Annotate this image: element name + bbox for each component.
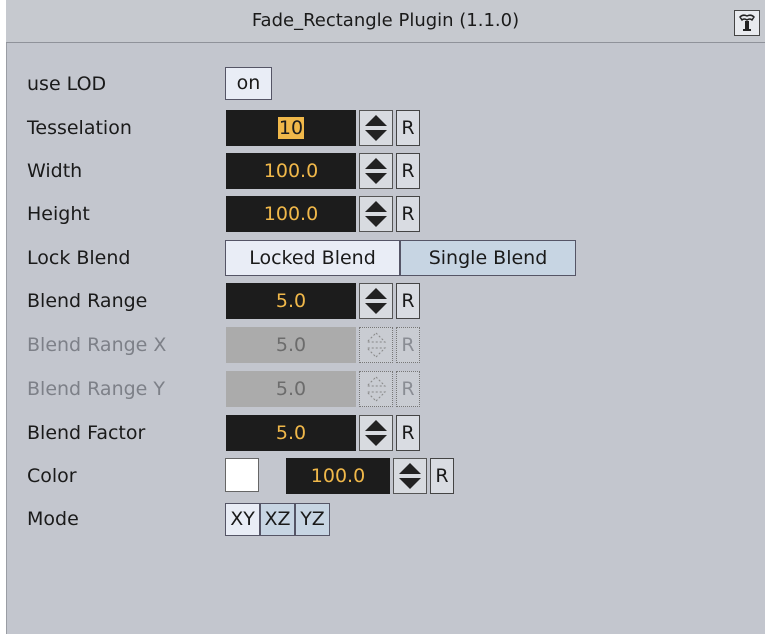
tesselation-reset-button[interactable]: R (396, 110, 420, 146)
stepper-arrows-icon (365, 420, 387, 446)
color-label: Color (27, 465, 77, 487)
width-label: Width (27, 160, 83, 182)
use-lod-label: use LOD (27, 73, 107, 95)
blend-range-x-stepper (359, 327, 393, 363)
blend-range-x-reset-button: R (396, 327, 420, 363)
stepper-arrows-icon (365, 201, 387, 227)
color-reset-button[interactable]: R (430, 458, 454, 494)
color-swatch[interactable] (225, 458, 259, 492)
color-alpha-field[interactable]: 100.0 (286, 458, 390, 494)
blend-range-stepper[interactable] (359, 283, 393, 319)
blend-range-field[interactable]: 5.0 (226, 283, 356, 319)
locked-blend-option[interactable]: Locked Blend (225, 240, 400, 276)
blend-range-y-stepper (359, 371, 393, 407)
mode-label: Mode (27, 508, 79, 530)
tesselation-stepper[interactable] (359, 110, 393, 146)
stepper-arrows-icon (399, 463, 421, 489)
tesselation-field[interactable]: 10 (226, 110, 356, 146)
tesselation-value: 10 (277, 117, 305, 139)
lock-blend-label: Lock Blend (27, 247, 131, 269)
info-button[interactable] (734, 10, 760, 36)
blend-factor-label: Blend Factor (27, 422, 146, 444)
blend-range-y-field: 5.0 (226, 371, 356, 407)
stepper-arrows-icon (365, 376, 387, 402)
width-stepper[interactable] (359, 153, 393, 189)
height-reset-button[interactable]: R (396, 196, 420, 232)
blend-factor-reset-button[interactable]: R (396, 415, 420, 451)
width-reset-button[interactable]: R (396, 153, 420, 189)
use-lod-toggle[interactable]: on (225, 67, 272, 100)
stepper-arrows-icon (365, 158, 387, 184)
height-label: Height (27, 203, 90, 225)
blend-range-label: Blend Range (27, 290, 148, 312)
height-stepper[interactable] (359, 196, 393, 232)
blend-range-reset-button[interactable]: R (396, 283, 420, 319)
height-field[interactable]: 100.0 (226, 196, 356, 232)
blend-range-y-label: Blend Range Y (27, 378, 166, 400)
stepper-arrows-icon (365, 115, 387, 141)
window-title: Fade_Rectangle Plugin (1.1.0) (251, 10, 520, 31)
stepper-arrows-icon (365, 332, 387, 358)
mode-yz-option[interactable]: YZ (295, 503, 330, 536)
title-bar: Fade_Rectangle Plugin (1.1.0) (6, 0, 765, 43)
stepper-arrows-icon (365, 288, 387, 314)
blend-range-x-field: 5.0 (226, 327, 356, 363)
mode-xy-option[interactable]: XY (225, 503, 260, 536)
blend-range-y-reset-button: R (396, 371, 420, 407)
width-field[interactable]: 100.0 (226, 153, 356, 189)
blend-factor-stepper[interactable] (359, 415, 393, 451)
tesselation-label: Tesselation (27, 117, 132, 139)
mode-xz-option[interactable]: XZ (260, 503, 295, 536)
single-blend-option[interactable]: Single Blend (400, 240, 576, 276)
color-alpha-stepper[interactable] (393, 458, 427, 494)
blend-range-x-label: Blend Range X (27, 334, 167, 356)
blend-factor-field[interactable]: 5.0 (226, 415, 356, 451)
